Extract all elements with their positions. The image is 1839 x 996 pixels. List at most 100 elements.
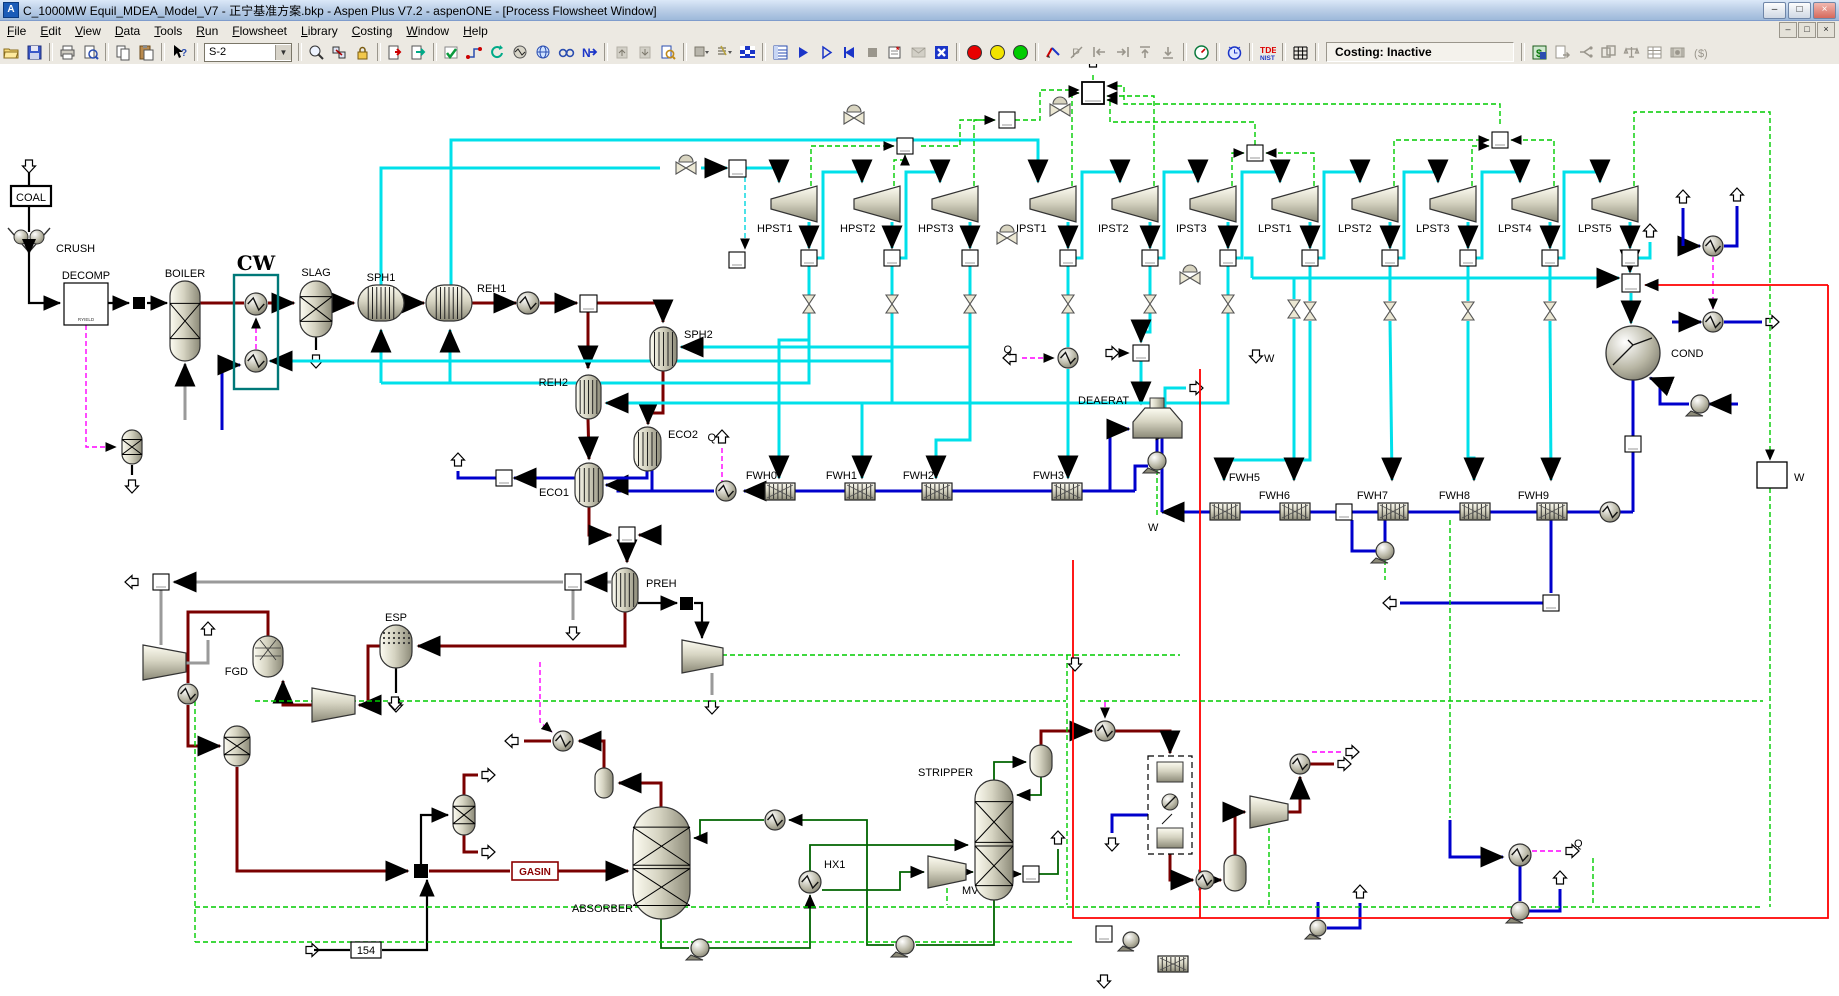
stream[interactable] <box>1110 429 1129 491</box>
block-lpst3[interactable] <box>1430 186 1476 222</box>
block-ipst2[interactable] <box>1112 186 1158 222</box>
dock-down-icon[interactable] <box>1158 42 1179 62</box>
stream[interactable] <box>709 895 810 948</box>
stream[interactable] <box>421 815 448 864</box>
stream[interactable] <box>540 662 552 732</box>
paste-icon[interactable] <box>136 42 157 62</box>
stream[interactable] <box>29 252 60 303</box>
mixer-splitter-block[interactable] <box>580 295 597 312</box>
mixer-splitter-block[interactable] <box>801 250 817 266</box>
block-lpst5[interactable] <box>1592 186 1638 222</box>
mixer-splitter-block[interactable] <box>1622 274 1640 292</box>
stream[interactable] <box>1235 812 1245 855</box>
control-valve[interactable] <box>844 105 864 124</box>
mixer-splitter-block[interactable] <box>729 252 745 268</box>
zoom-icon[interactable] <box>306 42 327 62</box>
block-cw-hx2[interactable] <box>245 350 267 372</box>
dock-left-icon[interactable] <box>1089 42 1110 62</box>
stream[interactable] <box>1511 140 1554 186</box>
stream-end-arrow[interactable] <box>482 769 495 782</box>
mixer-splitter-block[interactable] <box>619 527 635 543</box>
block-vent-hx1[interactable] <box>1703 236 1723 256</box>
block-co2-comp2[interactable] <box>1250 796 1288 828</box>
section-combo[interactable]: S-2▼ <box>204 43 292 62</box>
title-bar[interactable]: A C_1000MW Equil_MDEA_Model_V7 - 正宁基准方案.… <box>0 0 1839 21</box>
p-slash-icon[interactable]: P <box>1066 42 1087 62</box>
mdi-close-button[interactable]: × <box>1817 22 1835 38</box>
block-gas-hx[interactable] <box>178 684 198 704</box>
stream-end-arrow[interactable] <box>706 701 719 714</box>
stream[interactable] <box>418 612 625 646</box>
status-green-icon[interactable] <box>1010 42 1031 62</box>
block-fwh2[interactable] <box>922 483 952 500</box>
block-eco2[interactable] <box>634 427 661 471</box>
copy-icon[interactable] <box>113 42 134 62</box>
stream[interactable] <box>694 603 702 638</box>
block-stripper[interactable] <box>975 780 1013 900</box>
dock-up-icon[interactable] <box>1135 42 1156 62</box>
stream-end-arrow[interactable] <box>1106 347 1119 360</box>
stream[interactable] <box>1390 321 1392 480</box>
lock-icon[interactable] <box>352 42 373 62</box>
stream[interactable] <box>1558 172 1600 258</box>
block-slag[interactable] <box>300 281 332 337</box>
control-valve[interactable] <box>676 155 696 174</box>
block-ic-hx2[interactable] <box>1290 754 1310 774</box>
stream[interactable] <box>1112 815 1148 833</box>
mixer-splitter-block[interactable] <box>1492 132 1508 148</box>
mixer-splitter-block[interactable] <box>1247 145 1263 161</box>
menu-costing[interactable]: Costing <box>345 22 400 40</box>
valve[interactable] <box>1062 295 1074 313</box>
block-hpst2[interactable] <box>854 186 900 222</box>
block-fwh0[interactable] <box>765 483 795 500</box>
stream[interactable] <box>458 471 496 478</box>
stream[interactable] <box>745 168 779 182</box>
stream[interactable] <box>862 313 892 478</box>
stream[interactable] <box>936 313 970 478</box>
mixer-splitter-block[interactable] <box>884 250 900 266</box>
stream-end-arrow[interactable] <box>1106 838 1119 851</box>
chevron-down-icon[interactable]: ▼ <box>275 45 291 60</box>
stream[interactable] <box>597 303 663 322</box>
data-browser-icon[interactable] <box>770 42 791 62</box>
dock-right-icon[interactable] <box>1112 42 1133 62</box>
stream-end-arrow[interactable] <box>202 622 215 635</box>
stream[interactable] <box>1650 378 1689 404</box>
run-icon[interactable] <box>793 42 814 62</box>
split-icon[interactable] <box>1575 42 1596 62</box>
tde-icon[interactable]: TDENIST <box>1257 42 1278 62</box>
block-generator[interactable] <box>1757 462 1787 488</box>
dollar-paren-icon[interactable]: ($) <box>1690 42 1711 62</box>
stream[interactable] <box>921 120 995 146</box>
block-gc-hx[interactable] <box>716 481 736 501</box>
stream-end-arrow[interactable] <box>1190 382 1203 395</box>
pump-makeup[interactable] <box>1686 395 1709 416</box>
valve[interactable] <box>1288 300 1300 318</box>
stream[interactable] <box>1450 820 1503 857</box>
import-stream-icon[interactable] <box>385 42 406 62</box>
stream-end-arrow[interactable] <box>1354 885 1367 898</box>
status-yellow-icon[interactable] <box>987 42 1008 62</box>
stream[interactable] <box>1072 93 1079 186</box>
stream-end-arrow[interactable] <box>452 453 465 466</box>
block-lpst1[interactable] <box>1272 186 1318 222</box>
stream[interactable] <box>1107 86 1500 124</box>
valve[interactable] <box>1222 295 1234 313</box>
mixer-splitter-block[interactable] <box>1133 345 1149 361</box>
stream[interactable] <box>237 767 408 871</box>
block-fwh7[interactable] <box>1378 503 1408 520</box>
flowsheet-check-icon[interactable] <box>441 42 462 62</box>
mixer-splitter-block[interactable] <box>565 574 581 590</box>
mdi-minimize-button[interactable]: – <box>1779 22 1797 38</box>
reconcile-icon[interactable]: * <box>885 42 906 62</box>
stream[interactable] <box>1244 258 1252 278</box>
stream[interactable] <box>694 820 764 838</box>
block-cooler-vessel[interactable] <box>224 726 250 766</box>
stream[interactable] <box>589 506 611 535</box>
stream[interactable] <box>606 485 652 491</box>
stream-end-arrow[interactable] <box>125 576 138 589</box>
stream-end-arrow[interactable] <box>1052 831 1065 844</box>
block-bottom-hx[interactable] <box>1158 956 1188 972</box>
stream[interactable] <box>1634 112 1770 430</box>
stop-icon[interactable] <box>862 42 883 62</box>
